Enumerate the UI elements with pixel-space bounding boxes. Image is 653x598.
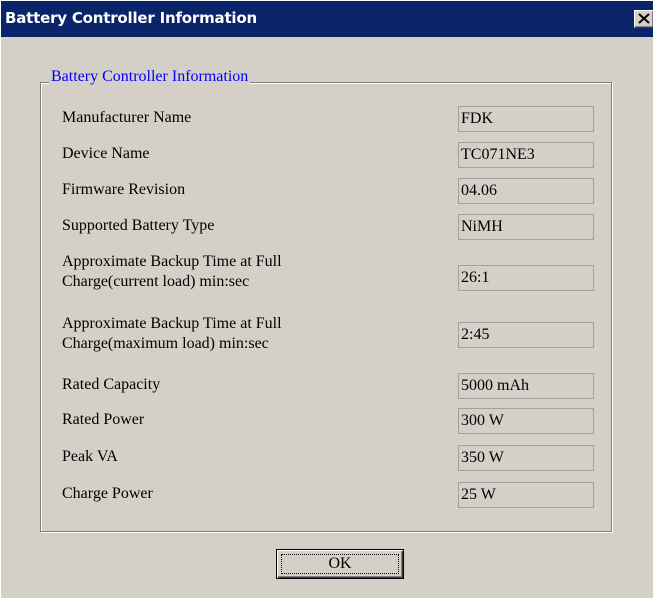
dialog-window: Battery Controller Information Battery C… — [0, 0, 653, 598]
charge-power-value: 25 W — [458, 482, 594, 508]
battery-type-label: Supported Battery Type — [62, 217, 215, 234]
ok-button[interactable]: OK — [276, 549, 404, 579]
groupbox-legend: Battery Controller Information — [49, 68, 251, 86]
device-name-label: Device Name — [62, 145, 150, 162]
charge-power-label: Charge Power — [62, 485, 153, 502]
firmware-revision-label: Firmware Revision — [62, 181, 186, 198]
rated-power-label: Rated Power — [62, 411, 145, 428]
backup-time-current-label: Approximate Backup Time at Full Charge(c… — [62, 253, 282, 290]
backup-time-maximum-label: Approximate Backup Time at Full Charge(m… — [62, 315, 282, 352]
close-button[interactable] — [634, 10, 653, 28]
backup-time-current-value: 26:1 — [458, 265, 594, 291]
title-bar[interactable]: Battery Controller Information — [1, 1, 653, 37]
ok-button-label: OK — [328, 555, 352, 572]
manufacturer-name-label: Manufacturer Name — [62, 109, 192, 126]
peak-va-value: 350 W — [458, 445, 594, 471]
window-title: Battery Controller Information — [5, 9, 257, 27]
rated-capacity-label: Rated Capacity — [62, 376, 161, 393]
backup-time-maximum-value: 2:45 — [458, 322, 594, 348]
peak-va-label: Peak VA — [62, 448, 118, 465]
close-icon — [638, 13, 650, 24]
device-name-value: TC071NE3 — [458, 142, 594, 168]
manufacturer-name-value: FDK — [458, 106, 594, 132]
battery-type-value: NiMH — [458, 214, 594, 240]
rated-capacity-value: 5000 mAh — [458, 373, 594, 399]
firmware-revision-value: 04.06 — [458, 178, 594, 204]
rated-power-value: 300 W — [458, 408, 594, 434]
